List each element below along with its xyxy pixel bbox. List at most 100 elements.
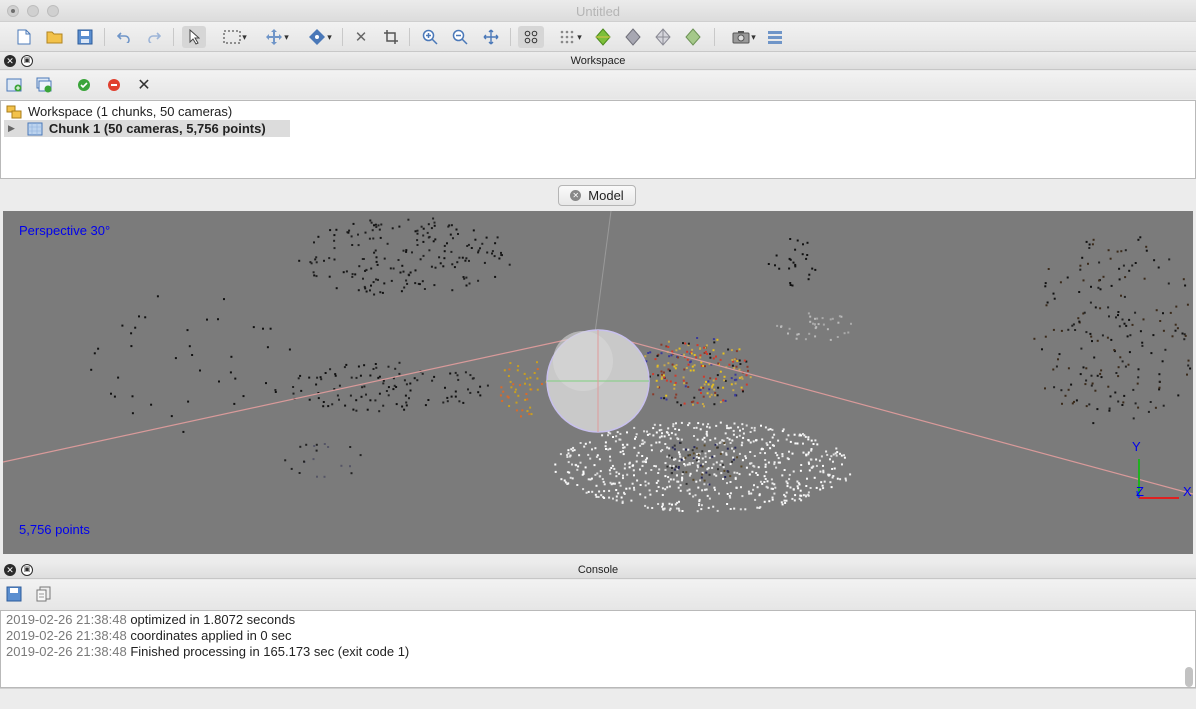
fit-view-icon[interactable]: [481, 26, 501, 48]
cloud-point: [327, 405, 330, 408]
cloud-point: [1121, 404, 1124, 406]
points-view-icon[interactable]: [556, 26, 586, 48]
cloud-point: [713, 388, 716, 391]
enable-check-icon[interactable]: [74, 76, 94, 94]
cloud-point: [609, 472, 612, 475]
disable-icon[interactable]: [104, 76, 124, 94]
new-document-icon[interactable]: [14, 26, 34, 48]
cloud-point: [567, 461, 570, 464]
cloud-point: [1129, 334, 1132, 337]
workspace-root-item[interactable]: Workspace (1 chunks, 50 cameras): [6, 103, 232, 120]
cloud-point: [130, 332, 133, 335]
cloud-point: [716, 374, 719, 377]
cloud-point: [743, 359, 746, 362]
cloud-point: [807, 451, 810, 454]
cloud-point: [313, 445, 316, 447]
cloud-point: [1085, 367, 1088, 370]
cloud-point: [700, 386, 703, 389]
cloud-point: [733, 378, 736, 381]
cloud-point: [675, 465, 678, 468]
textured-view-icon[interactable]: [682, 26, 704, 48]
cloud-point: [405, 401, 408, 404]
add-chunk-icon[interactable]: [4, 76, 24, 94]
cloud-point: [403, 286, 406, 289]
model-viewport[interactable]: Perspective 30° 5,756 points Y X Z: [3, 211, 1193, 554]
wireframe-view-icon[interactable]: [652, 26, 674, 48]
cloud-point: [626, 473, 629, 476]
cloud-point: [416, 379, 419, 382]
cloud-point: [507, 375, 510, 377]
cloud-point: [613, 482, 616, 485]
shaded-view-icon[interactable]: [622, 26, 644, 48]
cloud-point: [312, 458, 315, 461]
cloud-point: [389, 267, 392, 270]
rect-select-icon[interactable]: [220, 26, 250, 48]
cloud-point: [609, 455, 611, 458]
select-arrow-icon[interactable]: [182, 26, 206, 48]
cloud-point: [786, 457, 789, 460]
cloud-point: [675, 393, 678, 396]
cloud-point: [299, 445, 302, 448]
save-log-icon[interactable]: [4, 585, 24, 603]
cloud-point: [618, 472, 621, 475]
zoom-out-icon[interactable]: [450, 26, 470, 48]
grid-view-icon[interactable]: [518, 26, 544, 48]
add-photos-icon[interactable]: [34, 76, 54, 94]
cloud-point: [608, 489, 611, 492]
cloud-point: [483, 261, 486, 264]
cloud-point: [379, 291, 382, 294]
tab-model[interactable]: ✕ Model: [558, 185, 636, 206]
remove-icon[interactable]: ✕: [134, 76, 154, 94]
cloud-point: [761, 438, 764, 441]
navigate-icon[interactable]: [305, 26, 335, 48]
cloud-point: [587, 453, 590, 456]
log-timestamp: 2019-02-26 21:38:48: [6, 612, 127, 627]
cloud-point: [685, 482, 688, 485]
clear-log-icon[interactable]: [34, 585, 54, 603]
cloud-point: [464, 371, 467, 374]
cloud-point: [313, 274, 316, 277]
redo-icon[interactable]: [144, 26, 164, 48]
float-panel-icon[interactable]: ▣: [21, 564, 33, 576]
cloud-point: [568, 455, 571, 458]
close-panel-icon[interactable]: ✕: [4, 564, 16, 576]
cloud-point: [1044, 335, 1047, 338]
cloud-point: [1090, 285, 1092, 288]
close-panel-icon[interactable]: ✕: [4, 55, 16, 67]
chunk-item[interactable]: ▶ Chunk 1 (50 cameras, 5,756 points): [4, 120, 290, 137]
expand-arrow-icon[interactable]: ▶: [8, 123, 15, 134]
move-object-icon[interactable]: [262, 26, 292, 48]
cloud-point: [685, 471, 688, 474]
float-panel-icon[interactable]: ▣: [21, 55, 33, 67]
cloud-point: [577, 465, 580, 468]
cloud-point: [382, 382, 385, 385]
cloud-point: [479, 247, 481, 250]
cloud-point: [684, 342, 687, 345]
console-scrollbar[interactable]: [1185, 667, 1193, 687]
cloud-point: [479, 385, 482, 388]
cloud-point: [1091, 340, 1093, 343]
workspace-panel-title: Workspace: [570, 55, 626, 67]
cloud-point: [684, 456, 687, 459]
zoom-in-icon[interactable]: [420, 26, 440, 48]
close-tab-icon[interactable]: ✕: [570, 190, 582, 201]
open-folder-icon[interactable]: [44, 26, 66, 48]
undo-icon[interactable]: [114, 26, 134, 48]
save-icon[interactable]: [75, 26, 95, 48]
cloud-point: [357, 365, 360, 368]
solid-view-icon[interactable]: [592, 26, 614, 48]
cloud-point: [661, 487, 664, 490]
cloud-point: [1098, 261, 1101, 264]
cloud-point: [739, 508, 742, 511]
cloud-point: [775, 254, 778, 257]
cloud-point: [752, 440, 755, 443]
cloud-point: [1117, 400, 1120, 403]
crop-icon[interactable]: [381, 26, 401, 48]
trackball-icon[interactable]: [546, 329, 650, 433]
layers-icon[interactable]: [764, 26, 786, 48]
camera-icon[interactable]: [728, 26, 760, 48]
delete-icon[interactable]: ✕: [351, 26, 371, 48]
cloud-point: [753, 465, 756, 468]
cloud-point: [571, 463, 573, 466]
cloud-point: [338, 384, 341, 387]
